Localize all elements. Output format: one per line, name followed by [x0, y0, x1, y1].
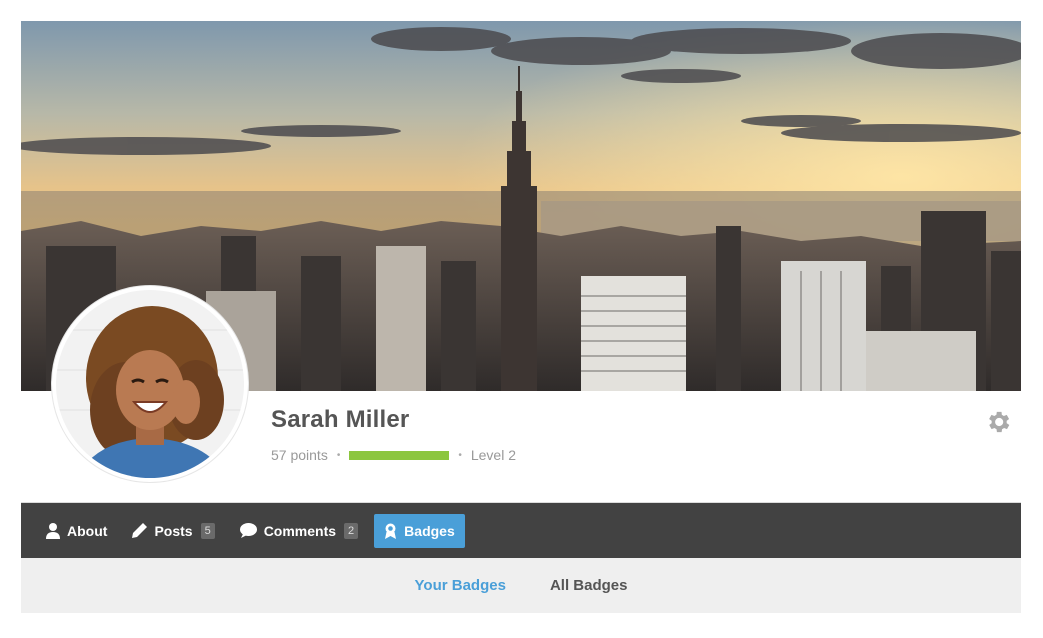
- profile-navbar: About Posts 5 Comments 2 Badges: [21, 502, 1021, 558]
- separator-dot: •: [336, 449, 341, 461]
- tab-all-badges[interactable]: All Badges: [550, 577, 628, 594]
- avatar: [52, 286, 248, 482]
- separator-dot: •: [458, 449, 462, 461]
- settings-button[interactable]: [984, 408, 1012, 436]
- tab-posts[interactable]: Posts 5: [123, 514, 223, 548]
- profile-name: Sarah Miller: [271, 406, 410, 433]
- tab-about[interactable]: About: [37, 514, 116, 548]
- tab-about-label: About: [67, 522, 108, 539]
- tab-comments-label: Comments: [263, 522, 337, 539]
- tab-badges[interactable]: Badges: [374, 513, 465, 548]
- points-label: 57 points: [271, 447, 328, 463]
- comment-icon: [239, 523, 257, 538]
- level-progress-fill: [349, 450, 450, 460]
- badge-icon: [384, 523, 397, 539]
- profile-meta: 57 points • • Level 2: [271, 447, 516, 463]
- level-progress-bar: [349, 450, 450, 460]
- posts-count-badge: 5: [200, 522, 215, 539]
- badge-subtabs: Your Badges All Badges: [21, 558, 1021, 613]
- comments-count-badge: 2: [344, 522, 359, 539]
- tab-badges-label: Badges: [404, 522, 455, 539]
- gear-icon: [989, 411, 1010, 433]
- pencil-icon: [132, 523, 148, 538]
- tab-your-badges[interactable]: Your Badges: [415, 577, 506, 594]
- user-icon: [46, 522, 60, 539]
- tab-posts-label: Posts: [154, 522, 193, 539]
- tab-comments[interactable]: Comments 2: [231, 514, 367, 548]
- level-label: Level 2: [470, 447, 517, 463]
